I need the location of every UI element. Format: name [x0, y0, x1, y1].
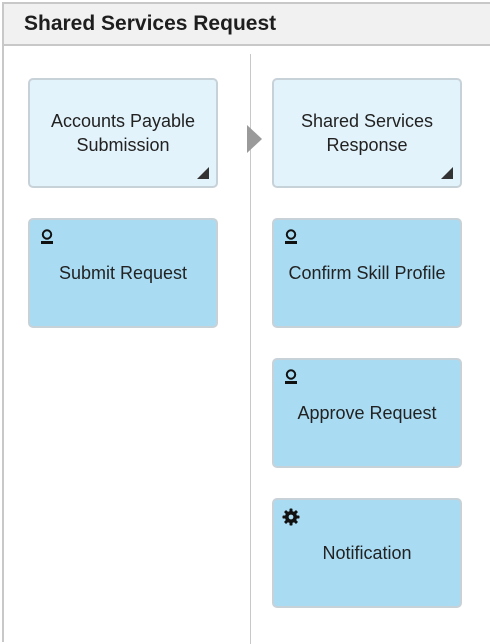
flow-arrow-icon — [247, 125, 262, 153]
user-icon — [285, 229, 297, 244]
user-icon — [41, 229, 53, 244]
corner-triangle-icon — [197, 167, 209, 179]
card-notification[interactable]: Notification — [272, 498, 462, 608]
card-label: Shared Services Response — [300, 111, 434, 155]
card-accounts-payable-submission[interactable]: Accounts Payable Submission — [28, 78, 218, 188]
process-title: Shared Services Request — [24, 12, 277, 35]
process-frame: Shared Services Request Accounts Payable… — [2, 2, 490, 644]
card-shared-services-response[interactable]: Shared Services Response — [272, 78, 462, 188]
gear-icon — [282, 508, 300, 526]
user-icon — [285, 369, 297, 384]
process-header: Shared Services Request — [4, 4, 490, 46]
card-confirm-skill-profile[interactable]: Confirm Skill Profile — [272, 218, 462, 328]
card-submit-request[interactable]: Submit Request — [28, 218, 218, 328]
card-label: Notification — [322, 543, 412, 563]
corner-triangle-icon — [441, 167, 453, 179]
card-label: Approve Request — [297, 403, 437, 423]
card-label: Submit Request — [58, 263, 188, 283]
card-label: Confirm Skill Profile — [288, 263, 446, 283]
card-label: Accounts Payable Submission — [50, 111, 196, 155]
card-approve-request[interactable]: Approve Request — [272, 358, 462, 468]
